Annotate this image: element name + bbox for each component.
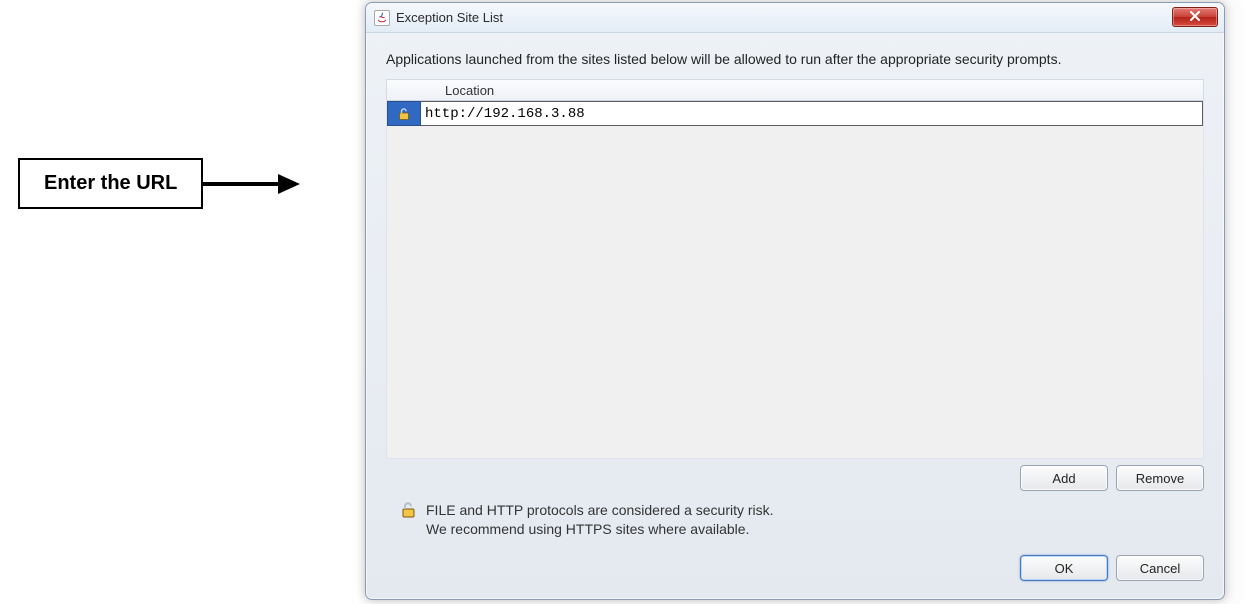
- unlocked-padlock-icon: [400, 501, 418, 519]
- annotation-label: Enter the URL: [18, 158, 203, 209]
- annotation-arrow-line: [203, 182, 278, 186]
- footer-row: OK Cancel: [386, 549, 1204, 583]
- column-header-row: Location: [386, 79, 1204, 101]
- site-url-cell[interactable]: [421, 101, 1203, 126]
- site-url-input[interactable]: [421, 102, 1202, 125]
- dialog-content: Applications launched from the sites lis…: [366, 33, 1224, 599]
- add-remove-row: Add Remove: [386, 465, 1204, 491]
- close-button[interactable]: [1172, 7, 1218, 27]
- annotation-arrow-head: [278, 174, 300, 194]
- warning-line-2: We recommend using HTTPS sites where ava…: [426, 520, 774, 539]
- unlocked-padlock-icon: [397, 107, 411, 121]
- site-row[interactable]: [387, 101, 1203, 126]
- site-list-body[interactable]: [386, 101, 1204, 459]
- annotation-callout: Enter the URL: [18, 158, 300, 209]
- ok-button[interactable]: OK: [1020, 555, 1108, 581]
- warning-line-1: FILE and HTTP protocols are considered a…: [426, 501, 774, 520]
- warning-text: FILE and HTTP protocols are considered a…: [426, 501, 774, 539]
- site-row-icon-cell: [387, 101, 421, 126]
- exception-site-list-dialog: Exception Site List Applications launche…: [365, 2, 1225, 600]
- site-list-area: Location: [386, 79, 1204, 459]
- add-button[interactable]: Add: [1020, 465, 1108, 491]
- remove-button[interactable]: Remove: [1116, 465, 1204, 491]
- cancel-button[interactable]: Cancel: [1116, 555, 1204, 581]
- column-header-location: Location: [445, 83, 494, 98]
- close-icon: [1189, 9, 1201, 24]
- titlebar[interactable]: Exception Site List: [366, 3, 1224, 33]
- dialog-title: Exception Site List: [396, 10, 1172, 25]
- java-icon: [374, 10, 390, 26]
- warning-row: FILE and HTTP protocols are considered a…: [386, 497, 1204, 549]
- instruction-text: Applications launched from the sites lis…: [386, 49, 1146, 69]
